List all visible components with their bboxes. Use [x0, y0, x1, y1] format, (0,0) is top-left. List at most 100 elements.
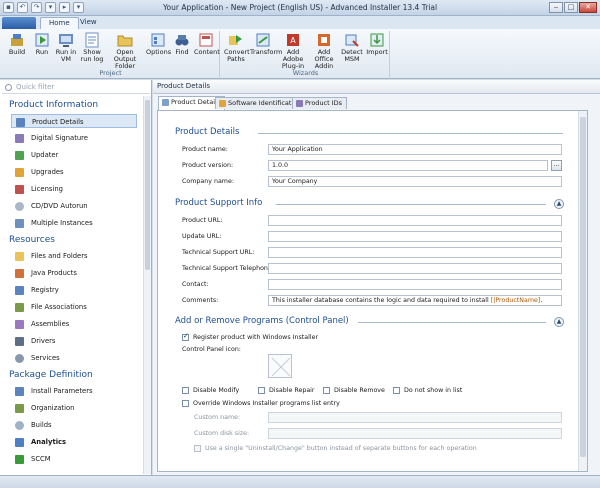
panel-scrollbar[interactable] [578, 111, 587, 471]
override-entry-checkbox[interactable]: Override Windows Installer programs list… [182, 399, 340, 408]
window-title: Your Application - New Project (English … [162, 3, 438, 12]
builds-icon [15, 421, 24, 430]
gear-icon [15, 354, 24, 363]
update-url-label: Update URL: [182, 233, 222, 240]
sidebar-item-registry[interactable]: Registry [11, 283, 137, 297]
company-name-field[interactable]: Your Company [268, 176, 562, 187]
scrollbar-thumb[interactable] [145, 100, 150, 270]
sidebar-item-upgrades[interactable]: Upgrades [11, 165, 137, 179]
import-button[interactable]: Import [366, 32, 388, 56]
sidebar-item-install-parameters[interactable]: Install Parameters [11, 384, 137, 398]
sidebar-item-organization[interactable]: Organization [11, 401, 137, 415]
register-product-checkbox[interactable]: Register product with Windows Installer [182, 332, 318, 342]
minimize-button[interactable]: ‒ [549, 2, 563, 13]
sidebar-item-analytics[interactable]: Analytics [11, 435, 137, 449]
show-run-log-button[interactable]: Show run log [80, 32, 104, 63]
sidebar-item-product-details[interactable]: Product Details [11, 114, 137, 128]
support-url-label: Technical Support URL: [182, 249, 255, 256]
collapse-support-icon[interactable]: ▲ [554, 199, 564, 209]
organization-icon [15, 404, 24, 413]
checkbox-box [323, 387, 330, 394]
import-icon [369, 32, 385, 48]
sidebar-item-files-and-folders[interactable]: Files and Folders [11, 249, 137, 263]
control-panel-icon-label: Control Panel icon: [182, 346, 241, 353]
content-button[interactable]: Content [194, 32, 220, 56]
support-phone-field[interactable] [268, 263, 562, 274]
product-details-panel: Product Details Product name: Your Appli… [157, 110, 588, 472]
folder-icon [15, 252, 24, 261]
close-button[interactable]: ✕ [579, 2, 597, 13]
update-url-field[interactable] [268, 231, 562, 242]
comments-field[interactable]: This installer database contains the log… [268, 295, 562, 306]
product-version-field[interactable]: 1.0.0 [268, 160, 548, 171]
build-button[interactable]: Build [6, 32, 28, 56]
svg-text:A: A [290, 36, 296, 45]
ribbon-group-label: Project [99, 69, 122, 77]
build-icon [9, 32, 25, 48]
collapse-arp-icon[interactable]: ▲ [554, 317, 564, 327]
contact-field[interactable] [268, 279, 562, 290]
sidebar-item-assemblies[interactable]: Assemblies [11, 317, 137, 331]
section-title-product-details: Product Details [175, 127, 240, 137]
add-office-addin-button[interactable]: Add Office Addin [310, 32, 338, 70]
sidebar-item-cd-dvd-autorun[interactable]: CD/DVD Autorun [11, 199, 137, 213]
single-uninstall-button-checkbox[interactable]: Use a single "Uninstall/Change" button i… [194, 444, 477, 453]
disable-modify-checkbox[interactable]: Disable Modify [182, 386, 239, 395]
tab-product-ids[interactable]: Product IDs [292, 97, 348, 109]
scrollbar-thumb[interactable] [580, 117, 586, 457]
find-button[interactable]: Find [172, 32, 192, 56]
product-name-field[interactable]: Your Application [268, 144, 562, 155]
folder-icon [117, 32, 133, 48]
sidebar-item-file-associations[interactable]: File Associations [11, 300, 137, 314]
custom-name-field[interactable] [268, 412, 562, 423]
signature-icon [15, 134, 24, 143]
sidebar-item-digital-signature[interactable]: Digital Signature [11, 131, 137, 145]
run-button[interactable]: Run [32, 32, 52, 56]
custom-disk-size-field[interactable] [268, 428, 562, 439]
convert-paths-button[interactable]: Convert Paths [224, 32, 250, 63]
sidebar-scrollbar[interactable] [143, 96, 151, 474]
support-url-field[interactable] [268, 247, 562, 258]
section-package-definition: Package Definition [9, 370, 93, 380]
sidebar-item-licensing[interactable]: Licensing [11, 182, 137, 196]
main-content: Product Details Product Details Software… [153, 80, 600, 475]
detect-msm-button[interactable]: Detect MSM [340, 32, 364, 63]
product-url-field[interactable] [268, 215, 562, 226]
tab-view[interactable]: View [72, 17, 105, 29]
sidebar-item-updater[interactable]: Updater [11, 148, 137, 162]
options-button[interactable]: Options [146, 32, 171, 56]
disable-repair-checkbox[interactable]: Disable Repair [258, 386, 315, 395]
search-icon [5, 84, 12, 91]
open-output-folder-button[interactable]: Open Output Folder [106, 32, 144, 70]
office-icon [316, 32, 332, 48]
version-browse-button[interactable]: ... [551, 160, 562, 171]
add-adobe-plugin-button[interactable]: A Add Adobe Plug-in [278, 32, 308, 70]
checkbox-box [258, 387, 265, 394]
checkbox-box [393, 387, 400, 394]
placeholder-icon [271, 357, 291, 377]
title-bar: ▪ ↶ ↷ ▾ ▸ ▾ Your Application - New Proje… [0, 0, 600, 16]
assemblies-icon [15, 320, 24, 329]
disable-remove-checkbox[interactable]: Disable Remove [323, 386, 385, 395]
checkbox-box [182, 387, 189, 394]
sidebar-item-sccm[interactable]: SCCM [11, 452, 137, 466]
analytics-icon [15, 438, 24, 447]
upgrades-icon [15, 168, 24, 177]
sidebar-item-java-products[interactable]: Java Products [11, 266, 137, 280]
sidebar-item-drivers[interactable]: Drivers [11, 334, 137, 348]
transform-button[interactable]: Transform [250, 32, 282, 56]
quick-filter-input[interactable]: Quick filter [2, 82, 150, 94]
sidebar-item-builds[interactable]: Builds [11, 418, 137, 432]
disc-icon [15, 202, 24, 211]
app-menu-button[interactable] [2, 17, 36, 29]
control-panel-icon-picker[interactable] [268, 354, 292, 378]
detect-msm-icon [344, 32, 360, 48]
sidebar-item-services[interactable]: Services [11, 351, 137, 365]
run-icon [34, 32, 50, 48]
run-in-vm-button[interactable]: Run in VM [54, 32, 78, 63]
sidebar-item-multiple-instances[interactable]: Multiple Instances [11, 216, 137, 230]
do-not-show-checkbox[interactable]: Do not show in list [393, 386, 462, 395]
maximize-button[interactable]: □ [564, 2, 578, 13]
section-divider [358, 322, 546, 323]
section-divider [276, 204, 546, 205]
